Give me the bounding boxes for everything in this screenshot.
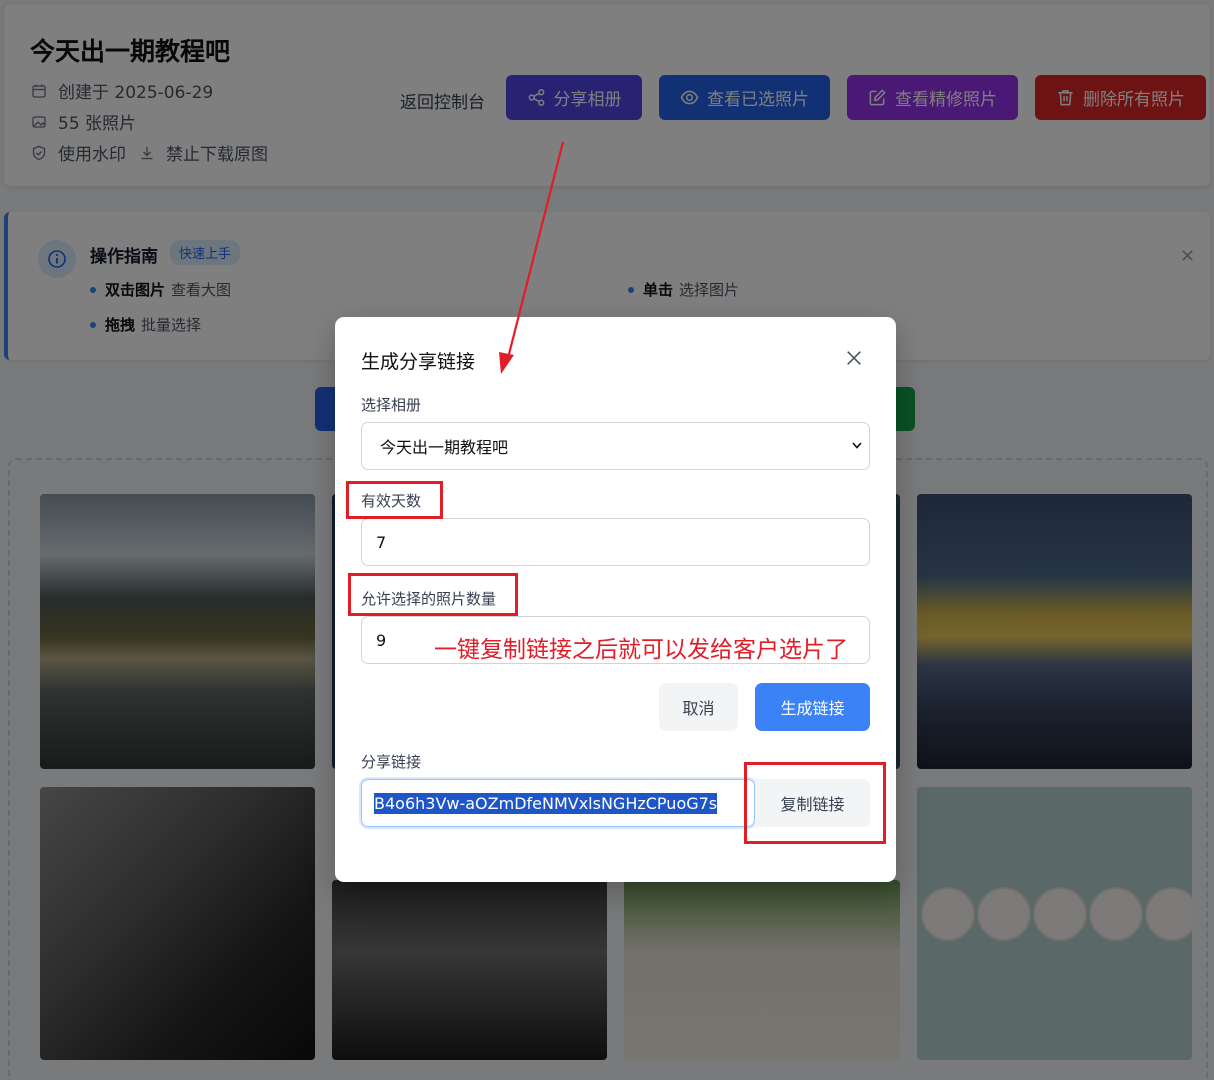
share-link-modal: 生成分享链接 选择相册 今天出一期教程吧 有效天数 7 允许选择的照片数量 9 … xyxy=(335,317,896,882)
valid-days-input[interactable]: 7 xyxy=(361,518,870,566)
album-select-value: 今天出一期教程吧 xyxy=(380,438,509,457)
highlight-box-days xyxy=(346,481,443,519)
cancel-button[interactable]: 取消 xyxy=(659,683,738,731)
highlight-box-copy xyxy=(744,762,886,844)
chevron-down-icon xyxy=(852,442,862,449)
generate-link-button[interactable]: 生成链接 xyxy=(755,683,870,731)
modal-title: 生成分享链接 xyxy=(361,351,476,373)
share-link-input[interactable]: B4o6h3Vw-aOZmDfeNMVxlsNGHzCPuoG7s xyxy=(361,779,755,827)
album-select[interactable]: 今天出一期教程吧 xyxy=(361,422,870,470)
highlight-box-count xyxy=(348,573,518,616)
annotation-text: 一键复制链接之后就可以发给客户选片了 xyxy=(434,637,848,663)
album-select-label: 选择相册 xyxy=(361,396,422,414)
share-link-value: B4o6h3Vw-aOZmDfeNMVxlsNGHzCPuoG7s xyxy=(374,792,718,814)
photo-limit-value: 9 xyxy=(376,630,387,650)
close-icon[interactable] xyxy=(843,347,865,369)
share-link-label: 分享链接 xyxy=(361,753,422,771)
valid-days-value: 7 xyxy=(376,532,387,552)
